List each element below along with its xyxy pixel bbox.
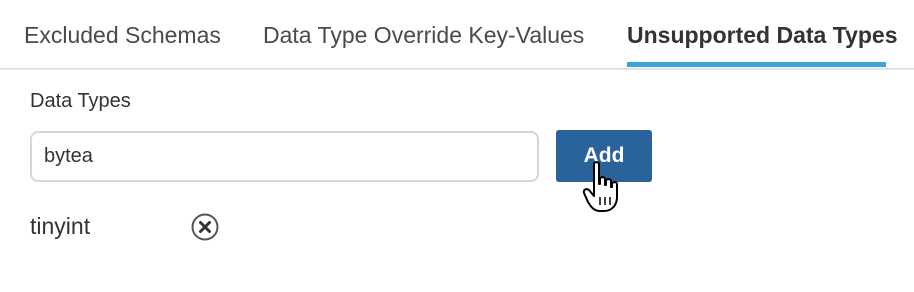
unsupported-data-types-panel: Excluded Schemas Data Type Override Key-…: [0, 0, 914, 292]
list-item: tinyint: [30, 210, 250, 246]
remove-item-icon[interactable]: [190, 212, 220, 242]
tab-unsupported-data-types[interactable]: Unsupported Data Types: [627, 0, 898, 70]
tab-bar: Excluded Schemas Data Type Override Key-…: [0, 0, 914, 70]
data-types-label: Data Types: [30, 90, 131, 112]
tab-excluded-schemas[interactable]: Excluded Schemas: [24, 0, 221, 70]
data-types-input[interactable]: [30, 131, 539, 182]
active-tab-indicator: [627, 62, 886, 67]
hand-pointer-icon: [582, 161, 618, 212]
tab-data-type-override-key-values[interactable]: Data Type Override Key-Values: [263, 0, 584, 70]
data-type-item-label: tinyint: [30, 213, 91, 239]
